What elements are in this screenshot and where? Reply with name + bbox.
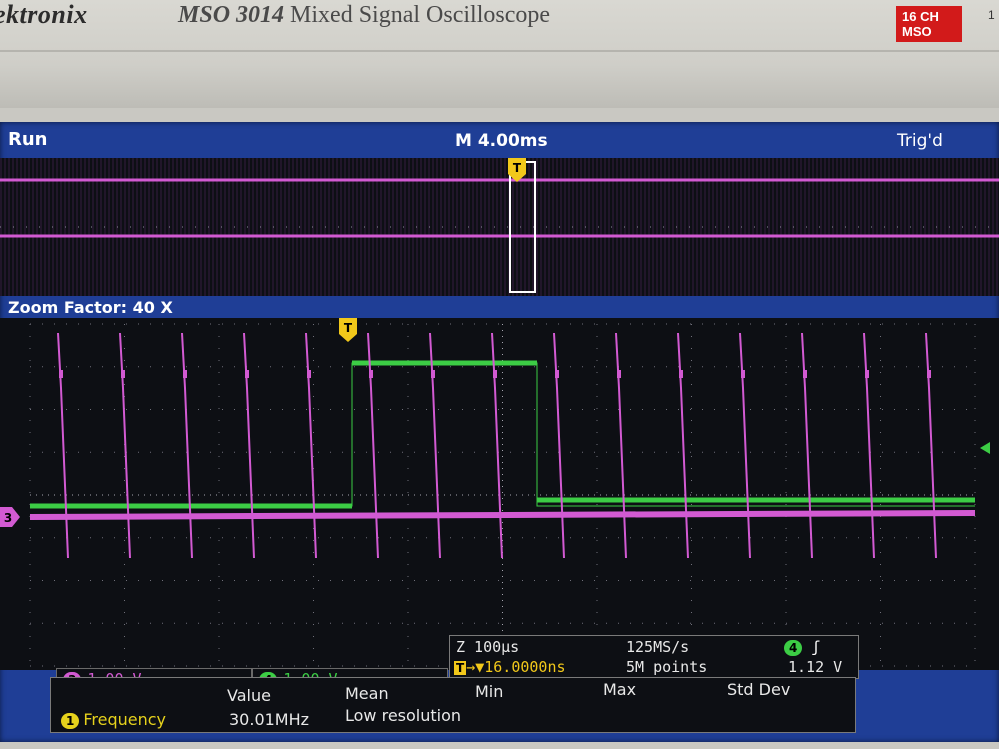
ch3-spike-cap — [369, 370, 373, 378]
ch3-spike-cap — [741, 370, 745, 378]
meas-name: Frequency — [83, 710, 167, 729]
main-timebase[interactable]: M 4.00ms — [455, 131, 548, 151]
channel-count-badge: 16 CH MSO — [896, 6, 962, 42]
record-length: 5M points — [626, 658, 708, 676]
ch3-spike — [243, 332, 255, 559]
ch3-spike — [863, 332, 875, 559]
ch3-spike-cap — [307, 370, 311, 378]
ch3-spike — [491, 332, 503, 559]
zoom-waveforms: T3 — [0, 318, 990, 667]
trigger-channel: 4 — [784, 640, 803, 656]
meas-value: 30.01MHz — [229, 710, 310, 729]
model-description: Mixed Signal Oscilloscope — [290, 2, 550, 28]
trigger-source: 4 ʃ — [784, 638, 820, 656]
ch3-ground-marker-label: 3 — [4, 511, 12, 525]
overview-waveforms: T — [0, 158, 999, 296]
svg-text:T: T — [513, 161, 522, 175]
trigger-level-marker — [980, 442, 990, 454]
run-state[interactable]: Run — [8, 129, 48, 150]
ch3-spike-cap — [59, 370, 63, 378]
zoom-graticule: T3 — [0, 318, 999, 670]
badge-line-2: MSO — [902, 24, 932, 39]
trigger-status: Trig'd — [897, 131, 943, 151]
model-name: MSO 3014 Mixed Signal Oscilloscope — [178, 2, 550, 29]
ch3-spike-cap — [617, 370, 621, 378]
ch3-spike-cap — [927, 370, 931, 378]
meas-header-value: Value — [227, 686, 271, 705]
meas-note: Low resolution — [345, 706, 462, 725]
scope-display: Run M 4.00ms Trig'd T Zoom Factor: 40 X … — [0, 122, 999, 742]
badge-line-1: 16 CH — [902, 9, 939, 24]
horizontal-readout[interactable]: Z 100µs 125MS/s T →▼16.0000ns 5M points 4… — [449, 635, 859, 679]
ch3-baseline — [29, 510, 976, 520]
trigger-position-readout: T →▼16.0000ns — [454, 658, 566, 676]
meas-header-min: Min — [475, 682, 504, 701]
ch3-spike — [615, 332, 627, 559]
ch3-spike — [367, 332, 379, 559]
trigger-position: 16.0000ns — [484, 658, 566, 676]
ch3-spike — [739, 332, 751, 559]
zoom-trigger-marker-label: T — [344, 321, 353, 335]
model-number: MSO 3014 — [178, 2, 285, 28]
ch3-spike-cap — [679, 370, 683, 378]
zoom-factor-label[interactable]: Zoom Factor: 40 X — [8, 298, 173, 317]
bezel-corner-label: 1 — [988, 8, 995, 22]
ch3-spike — [119, 332, 131, 559]
bezel-divider — [0, 50, 999, 52]
ch3-spike-cap — [555, 370, 559, 378]
status-bar: Run M 4.00ms Trig'd — [0, 128, 999, 152]
ch3-spike — [305, 332, 317, 559]
ch3-spike-cap — [803, 370, 807, 378]
zoom-timebase: Z 100µs — [456, 638, 520, 656]
ch3-spike-cap — [431, 370, 435, 378]
rising-edge-icon: ʃ — [811, 638, 821, 656]
meas-header-max: Max — [603, 680, 637, 699]
trigger-position-icon: T — [454, 661, 467, 675]
trigger-level: 1.12 V — [788, 658, 843, 676]
ch3-spike-cap — [121, 370, 125, 378]
ch3-spike-cap — [493, 370, 497, 378]
ch3-spike-cap — [245, 370, 249, 378]
sample-rate: 125MS/s — [626, 638, 690, 656]
brand-logo: ektronix — [0, 0, 88, 29]
overview-window: T — [0, 158, 999, 296]
meas-header-mean: Mean — [345, 684, 389, 703]
meas-header-stddev: Std Dev — [727, 680, 791, 699]
measurement-panel[interactable]: Value Mean Min Max Std Dev 1 Frequency 30… — [50, 677, 856, 733]
instrument-bezel: ektronix MSO 3014 Mixed Signal Oscillosc… — [0, 0, 999, 108]
ch1-indicator: 1 — [61, 713, 80, 729]
ch3-spike — [677, 332, 689, 559]
meas-row-frequency[interactable]: 1 Frequency — [61, 710, 166, 729]
zoom-factor-bar: Zoom Factor: 40 X — [0, 298, 999, 318]
ch3-spike-cap — [865, 370, 869, 378]
ch3-spike-cap — [183, 370, 187, 378]
